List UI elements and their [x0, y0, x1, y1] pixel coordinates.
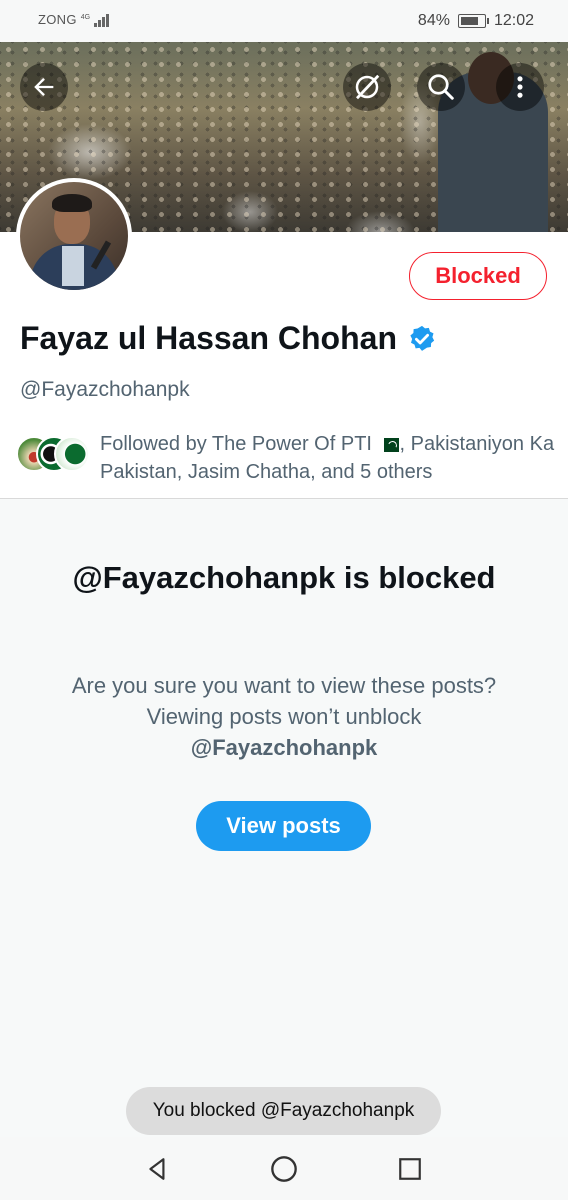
back-arrow-icon [34, 78, 54, 96]
followed-by-text: Followed by The Power Of PTI , Pakistani… [100, 430, 556, 486]
search-icon [428, 74, 454, 100]
followed-by-row[interactable]: Followed by The Power Of PTI , Pakistani… [16, 430, 556, 486]
blocked-title: @Fayazchohanpk is blocked [72, 560, 496, 595]
more-vertical-icon [517, 76, 523, 98]
more-options-button[interactable] [496, 63, 544, 111]
avatar-shirt [62, 246, 84, 286]
system-back-button[interactable] [138, 1149, 178, 1189]
follower-avatar [54, 436, 90, 472]
avatar-hair [52, 194, 92, 212]
profile-handle: @Fayazchohanpk [20, 378, 190, 401]
blocked-description: Are you sure you want to view these post… [64, 670, 504, 763]
pakistan-flag-icon [378, 437, 399, 452]
verified-badge-icon[interactable] [407, 324, 437, 354]
avatar-photo [20, 182, 128, 290]
profile-avatar[interactable] [16, 178, 132, 294]
follower-avatars [16, 436, 90, 476]
back-button[interactable] [20, 63, 68, 111]
grok-icon [355, 74, 380, 100]
system-nav-bar [0, 1137, 568, 1200]
blocked-description-text: Are you sure you want to view these post… [71, 673, 497, 729]
blocked-description-handle: @Fayazchohanpk [190, 735, 378, 760]
signal-icon [94, 13, 110, 27]
system-recents-button[interactable] [390, 1149, 430, 1189]
followed-by-part-1: Followed by The Power Of PTI [100, 433, 378, 455]
toast-message: You blocked @Fayazchohanpk [126, 1087, 441, 1135]
triangle-back-icon [149, 1158, 165, 1180]
profile-name: Fayaz ul Hassan Chohan [20, 320, 397, 356]
circle-home-icon [271, 1156, 297, 1182]
view-posts-button[interactable]: View posts [196, 801, 371, 851]
battery-fill [460, 17, 478, 25]
status-right: 84% 12:02 [418, 12, 534, 30]
status-bar: ZONG 4G 84% 12:02 [0, 0, 568, 42]
system-home-button[interactable] [264, 1149, 304, 1189]
square-recents-icon [399, 1158, 421, 1180]
battery-percent: 84% [417, 12, 450, 29]
carrier-name: ZONG [38, 12, 77, 27]
grok-button[interactable] [343, 63, 391, 111]
status-left: ZONG 4G [38, 12, 110, 27]
network-type: 4G [80, 14, 91, 21]
clock: 12:02 [493, 12, 534, 29]
battery-icon [457, 14, 489, 28]
profile-name-row: Fayaz ul Hassan Chohan [20, 320, 437, 357]
blocked-button[interactable]: Blocked [409, 252, 547, 300]
search-button[interactable] [417, 63, 465, 111]
